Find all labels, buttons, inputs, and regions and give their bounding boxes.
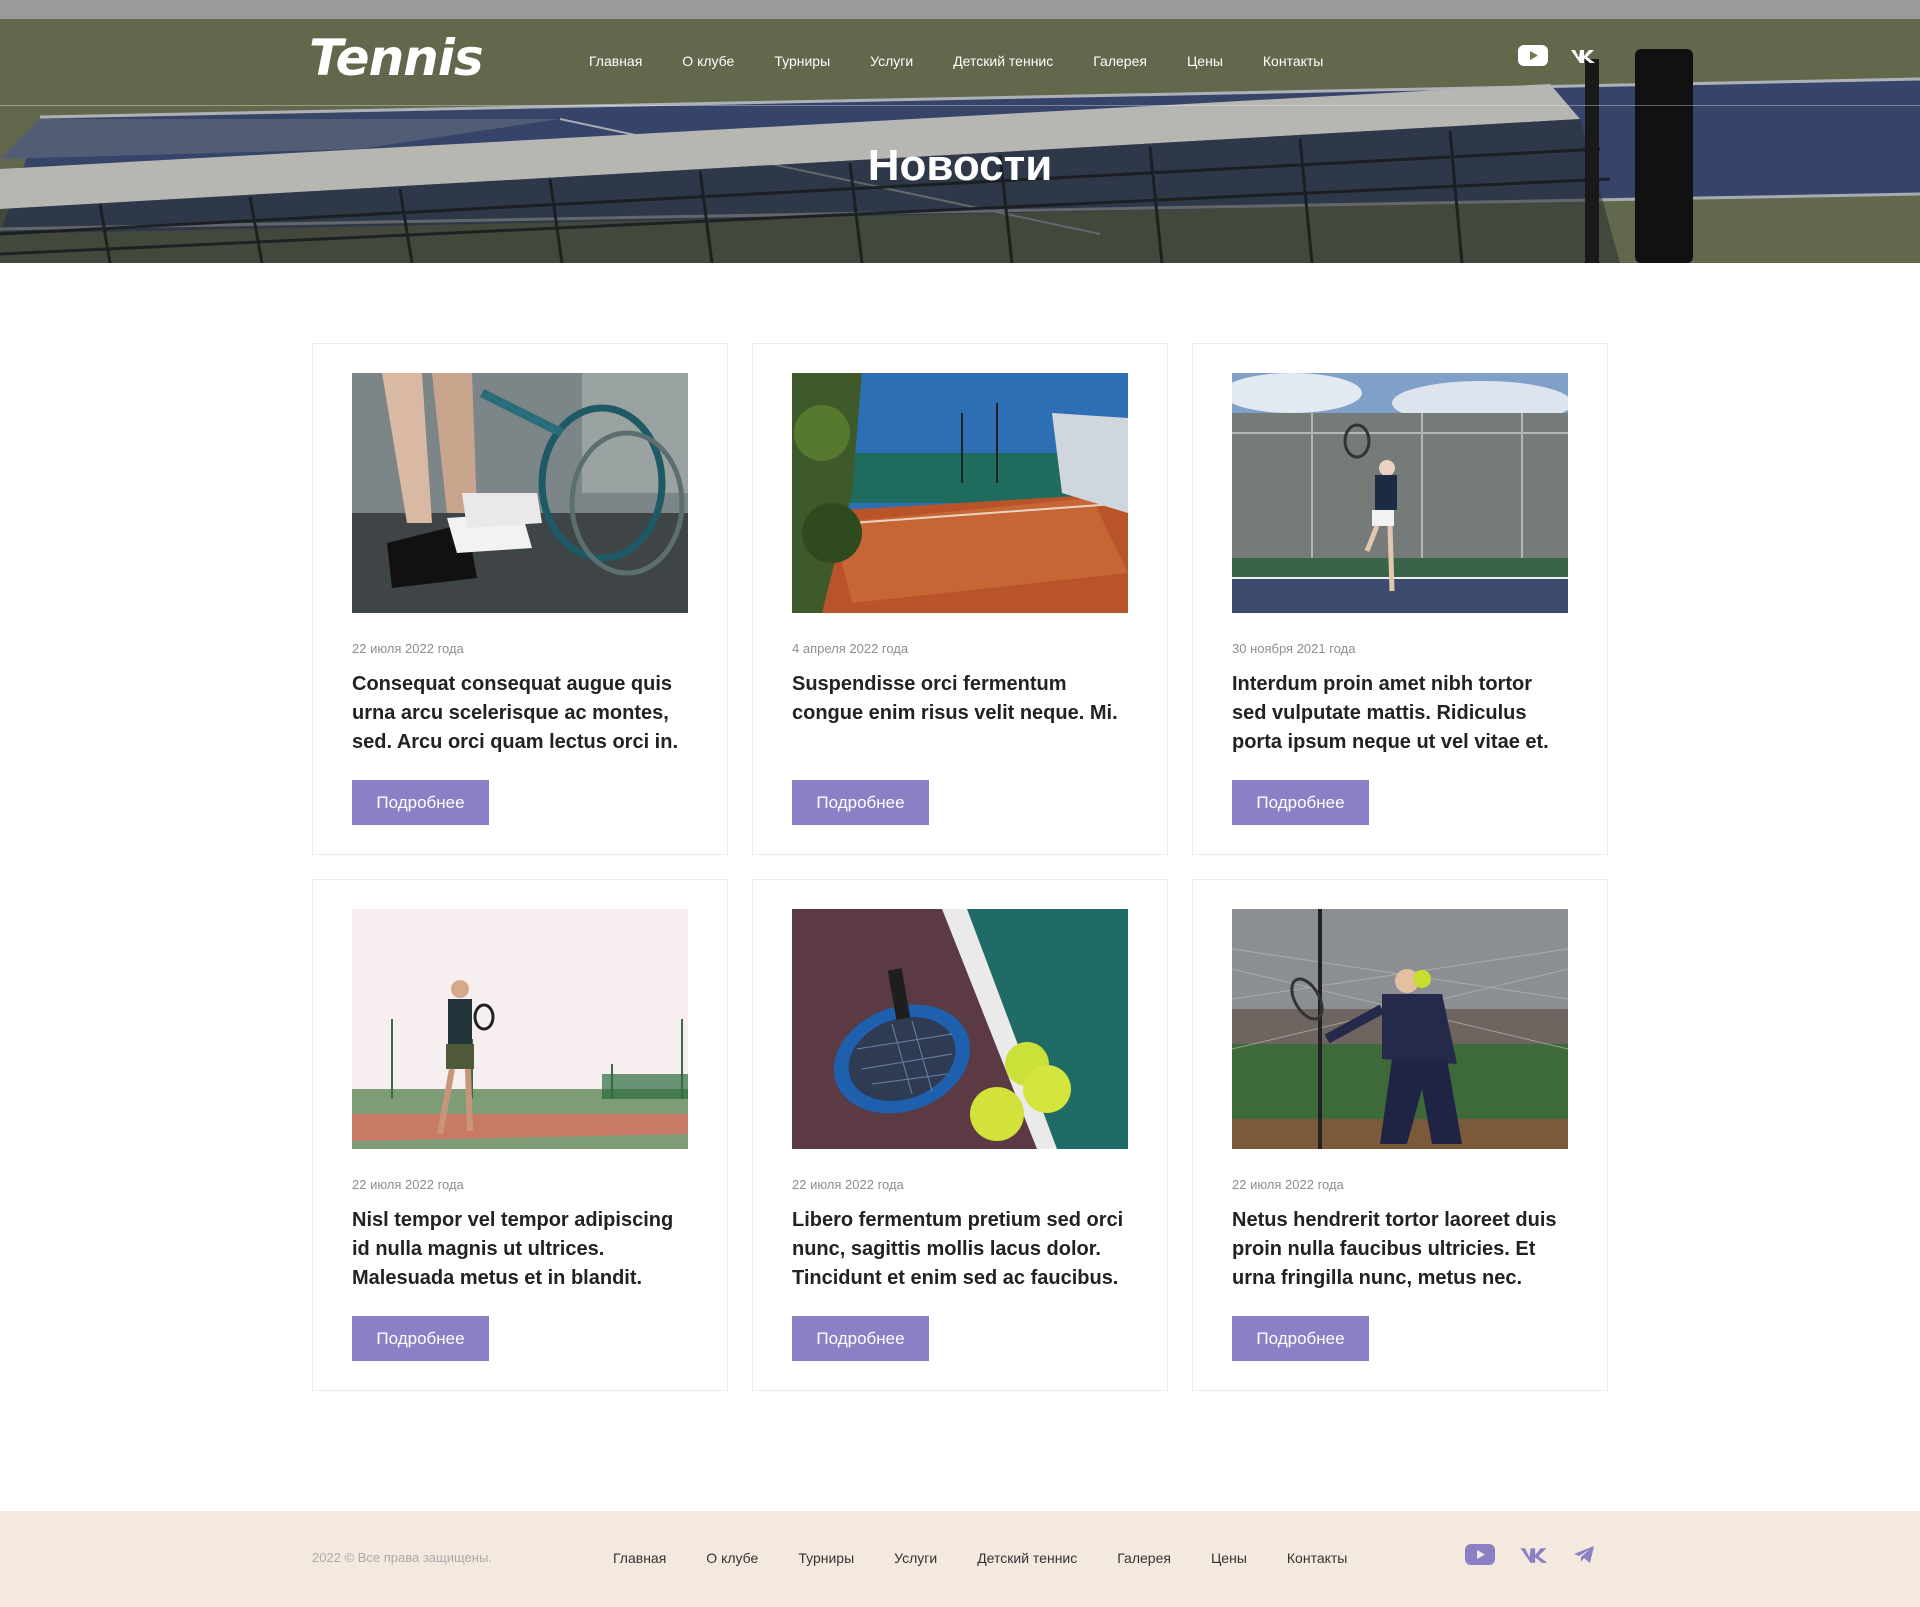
footer-nav-home[interactable]: Главная	[613, 1550, 666, 1566]
news-image[interactable]	[792, 373, 1128, 613]
read-more-button[interactable]: Подробнее	[1232, 1316, 1369, 1361]
news-title: Consequat consequat augue quis urna arcu…	[352, 673, 679, 753]
news-image[interactable]	[352, 373, 688, 613]
news-card: 22 июля 2022 года Nisl tempor vel tempor…	[312, 879, 728, 1391]
news-image[interactable]	[1232, 909, 1568, 1149]
footer-nav-kids-tennis[interactable]: Детский теннис	[977, 1550, 1077, 1566]
nav-contacts[interactable]: Контакты	[1263, 53, 1323, 69]
news-image[interactable]	[1232, 373, 1568, 613]
read-more-button[interactable]: Подробнее	[352, 780, 489, 825]
footer-nav-tournaments[interactable]: Турниры	[798, 1550, 854, 1566]
footer-nav-gallery[interactable]: Галерея	[1117, 1550, 1171, 1566]
youtube-icon[interactable]	[1465, 1544, 1495, 1570]
read-more-button[interactable]: Подробнее	[792, 1316, 929, 1361]
news-date: 4 апреля 2022 года	[792, 641, 909, 656]
footer-nav-services[interactable]: Услуги	[894, 1550, 937, 1566]
header-social	[1518, 45, 1596, 71]
nav-prices[interactable]: Цены	[1187, 53, 1223, 69]
nav-home[interactable]: Главная	[589, 53, 642, 69]
copyright: 2022 © Все права защищены.	[312, 1550, 492, 1565]
news-card: 22 июля 2022 года Netus hendrerit tortor…	[1192, 879, 1608, 1391]
vk-icon[interactable]	[1519, 1546, 1549, 1569]
youtube-icon[interactable]	[1518, 45, 1548, 71]
news-card: 30 ноября 2021 года Interdum proin amet …	[1192, 343, 1608, 855]
news-card: 4 апреля 2022 года Suspendisse orci ferm…	[752, 343, 1168, 855]
footer-nav-about[interactable]: О клубе	[706, 1550, 758, 1566]
news-title: Interdum proin amet nibh tortor sed vulp…	[1232, 673, 1549, 753]
telegram-icon[interactable]	[1573, 1545, 1595, 1569]
news-image[interactable]	[352, 909, 688, 1149]
footer-nav: Главная О клубе Турниры Услуги Детский т…	[613, 1550, 1387, 1566]
news-date: 22 июля 2022 года	[1232, 1177, 1344, 1192]
news-image[interactable]	[792, 909, 1128, 1149]
main-nav: Главная О клубе Турниры Услуги Детский т…	[589, 53, 1363, 69]
nav-kids-tennis[interactable]: Детский теннис	[953, 53, 1053, 69]
news-title: Suspendisse orci fermentum congue enim r…	[792, 673, 1118, 724]
news-grid: 22 июля 2022 года Consequat consequat au…	[312, 343, 1608, 1391]
read-more-button[interactable]: Подробнее	[1232, 780, 1369, 825]
nav-about[interactable]: О клубе	[682, 53, 734, 69]
site-header: Tennis Главная О клубе Турниры Услуги Де…	[0, 19, 1920, 106]
news-title: Netus hendrerit tortor laoreet duis proi…	[1232, 1209, 1557, 1289]
site-footer: 2022 © Все права защищены. Главная О клу…	[0, 1511, 1920, 1607]
news-date: 30 ноября 2021 года	[1232, 641, 1356, 656]
news-date: 22 июля 2022 года	[352, 1177, 464, 1192]
news-card: 22 июля 2022 года Consequat consequat au…	[312, 343, 728, 855]
page-title: Новости	[867, 141, 1053, 190]
footer-nav-contacts[interactable]: Контакты	[1287, 1550, 1347, 1566]
news-title: Nisl tempor vel tempor adipiscing id nul…	[352, 1209, 674, 1289]
read-more-button[interactable]: Подробнее	[352, 1316, 489, 1361]
footer-nav-prices[interactable]: Цены	[1211, 1550, 1247, 1566]
read-more-button[interactable]: Подробнее	[792, 780, 929, 825]
site-logo[interactable]: Tennis	[309, 29, 484, 87]
news-date: 22 июля 2022 года	[792, 1177, 904, 1192]
hero-banner: Tennis Главная О клубе Турниры Услуги Де…	[0, 19, 1920, 263]
footer-social	[1465, 1544, 1595, 1570]
nav-services[interactable]: Услуги	[870, 53, 913, 69]
vk-icon[interactable]	[1570, 48, 1596, 69]
browser-top-strip	[0, 0, 1920, 19]
news-title: Libero fermentum pretium sed orci nunc, …	[792, 1209, 1124, 1289]
news-date: 22 июля 2022 года	[352, 641, 464, 656]
nav-tournaments[interactable]: Турниры	[774, 53, 830, 69]
nav-gallery[interactable]: Галерея	[1093, 53, 1147, 69]
news-card: 22 июля 2022 года Libero fermentum preti…	[752, 879, 1168, 1391]
